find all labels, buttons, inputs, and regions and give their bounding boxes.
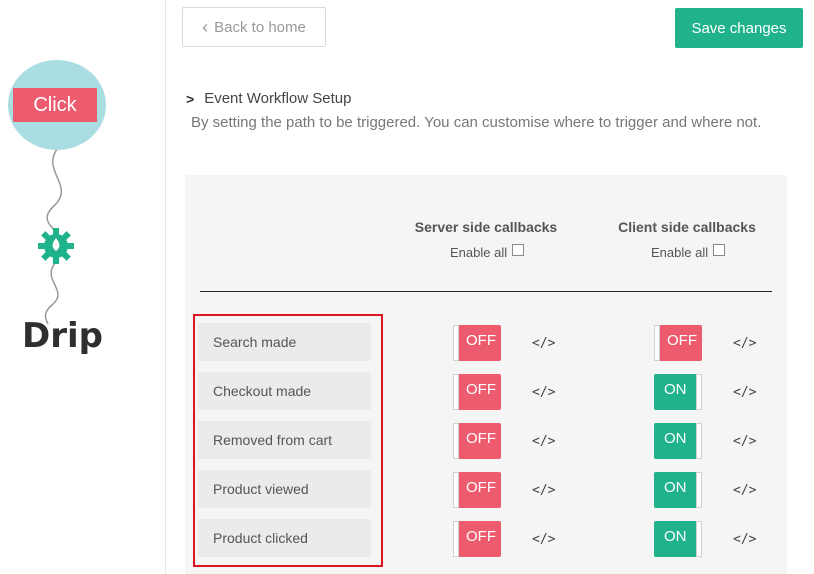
toggle-state: ON — [664, 479, 687, 496]
chevron-right-icon: > — [186, 90, 195, 107]
client-code-icon[interactable]: </> — [733, 336, 756, 351]
toggle-state: OFF — [466, 430, 496, 447]
server-callbacks-header: Server side callbacks — [414, 219, 558, 235]
client-code-icon[interactable]: </> — [733, 532, 756, 547]
toggle-state: ON — [664, 430, 687, 447]
toggle-state: ON — [664, 381, 687, 398]
server-code-icon[interactable]: </> — [532, 483, 555, 498]
toggle-state: OFF — [466, 381, 496, 398]
client-toggle-product-viewed[interactable]: ON — [654, 472, 702, 508]
section-description: By setting the path to be triggered. You… — [191, 114, 762, 131]
click-badge: Click — [13, 88, 97, 122]
client-code-icon[interactable]: </> — [733, 434, 756, 449]
save-changes-button[interactable]: Save changes — [675, 8, 803, 48]
toggle-state: OFF — [466, 528, 496, 545]
toggle-state: OFF — [667, 332, 697, 349]
section-header[interactable]: > Event Workflow Setup — [186, 90, 351, 107]
integration-panel: Click Drip — [0, 0, 166, 574]
client-enable-all-checkbox[interactable] — [713, 243, 726, 256]
server-code-icon[interactable]: </> — [532, 336, 555, 351]
toggle-knob — [453, 423, 459, 459]
client-toggle-search-made[interactable]: OFF — [654, 325, 702, 361]
server-code-icon[interactable]: </> — [532, 434, 555, 449]
chevron-left-icon: ‹ — [202, 16, 209, 37]
server-enable-all-checkbox[interactable] — [512, 243, 525, 256]
toggle-knob — [696, 472, 702, 508]
toggle-state: OFF — [466, 479, 496, 496]
click-logo: Click — [8, 60, 106, 150]
client-code-icon[interactable]: </> — [733, 483, 756, 498]
server-toggle-checkout-made[interactable]: OFF — [453, 374, 501, 410]
server-code-icon[interactable]: </> — [532, 532, 555, 547]
client-enable-all: Enable all — [651, 243, 726, 260]
server-toggle-product-viewed[interactable]: OFF — [453, 472, 501, 508]
toggle-knob — [453, 521, 459, 557]
toggle-knob — [453, 374, 459, 410]
server-enable-all: Enable all — [450, 243, 525, 260]
server-toggle-removed-from-cart[interactable]: OFF — [453, 423, 501, 459]
client-toggle-checkout-made[interactable]: ON — [654, 374, 702, 410]
highlight-box — [193, 314, 383, 567]
toggle-knob — [696, 374, 702, 410]
toggle-state: OFF — [466, 332, 496, 349]
server-enable-all-label: Enable all — [450, 245, 508, 260]
section-title: Event Workflow Setup — [204, 90, 352, 107]
server-toggle-search-made[interactable]: OFF — [453, 325, 501, 361]
toggle-knob — [453, 472, 459, 508]
toggle-knob — [696, 521, 702, 557]
toggle-knob — [654, 325, 660, 361]
client-enable-all-label: Enable all — [651, 245, 709, 260]
client-toggle-removed-from-cart[interactable]: ON — [654, 423, 702, 459]
toggle-state: ON — [664, 528, 687, 545]
gear-icon — [38, 228, 74, 264]
back-to-home-button[interactable]: ‹ Back to home — [182, 7, 326, 47]
server-toggle-product-clicked[interactable]: OFF — [453, 521, 501, 557]
drip-logo: Drip — [22, 316, 103, 356]
client-callbacks-header: Client side callbacks — [618, 219, 756, 235]
server-code-icon[interactable]: </> — [532, 385, 555, 400]
toggle-knob — [696, 423, 702, 459]
back-button-label: Back to home — [214, 18, 306, 36]
client-code-icon[interactable]: </> — [733, 385, 756, 400]
header-divider — [200, 291, 772, 292]
client-toggle-product-clicked[interactable]: ON — [654, 521, 702, 557]
toggle-knob — [453, 325, 459, 361]
